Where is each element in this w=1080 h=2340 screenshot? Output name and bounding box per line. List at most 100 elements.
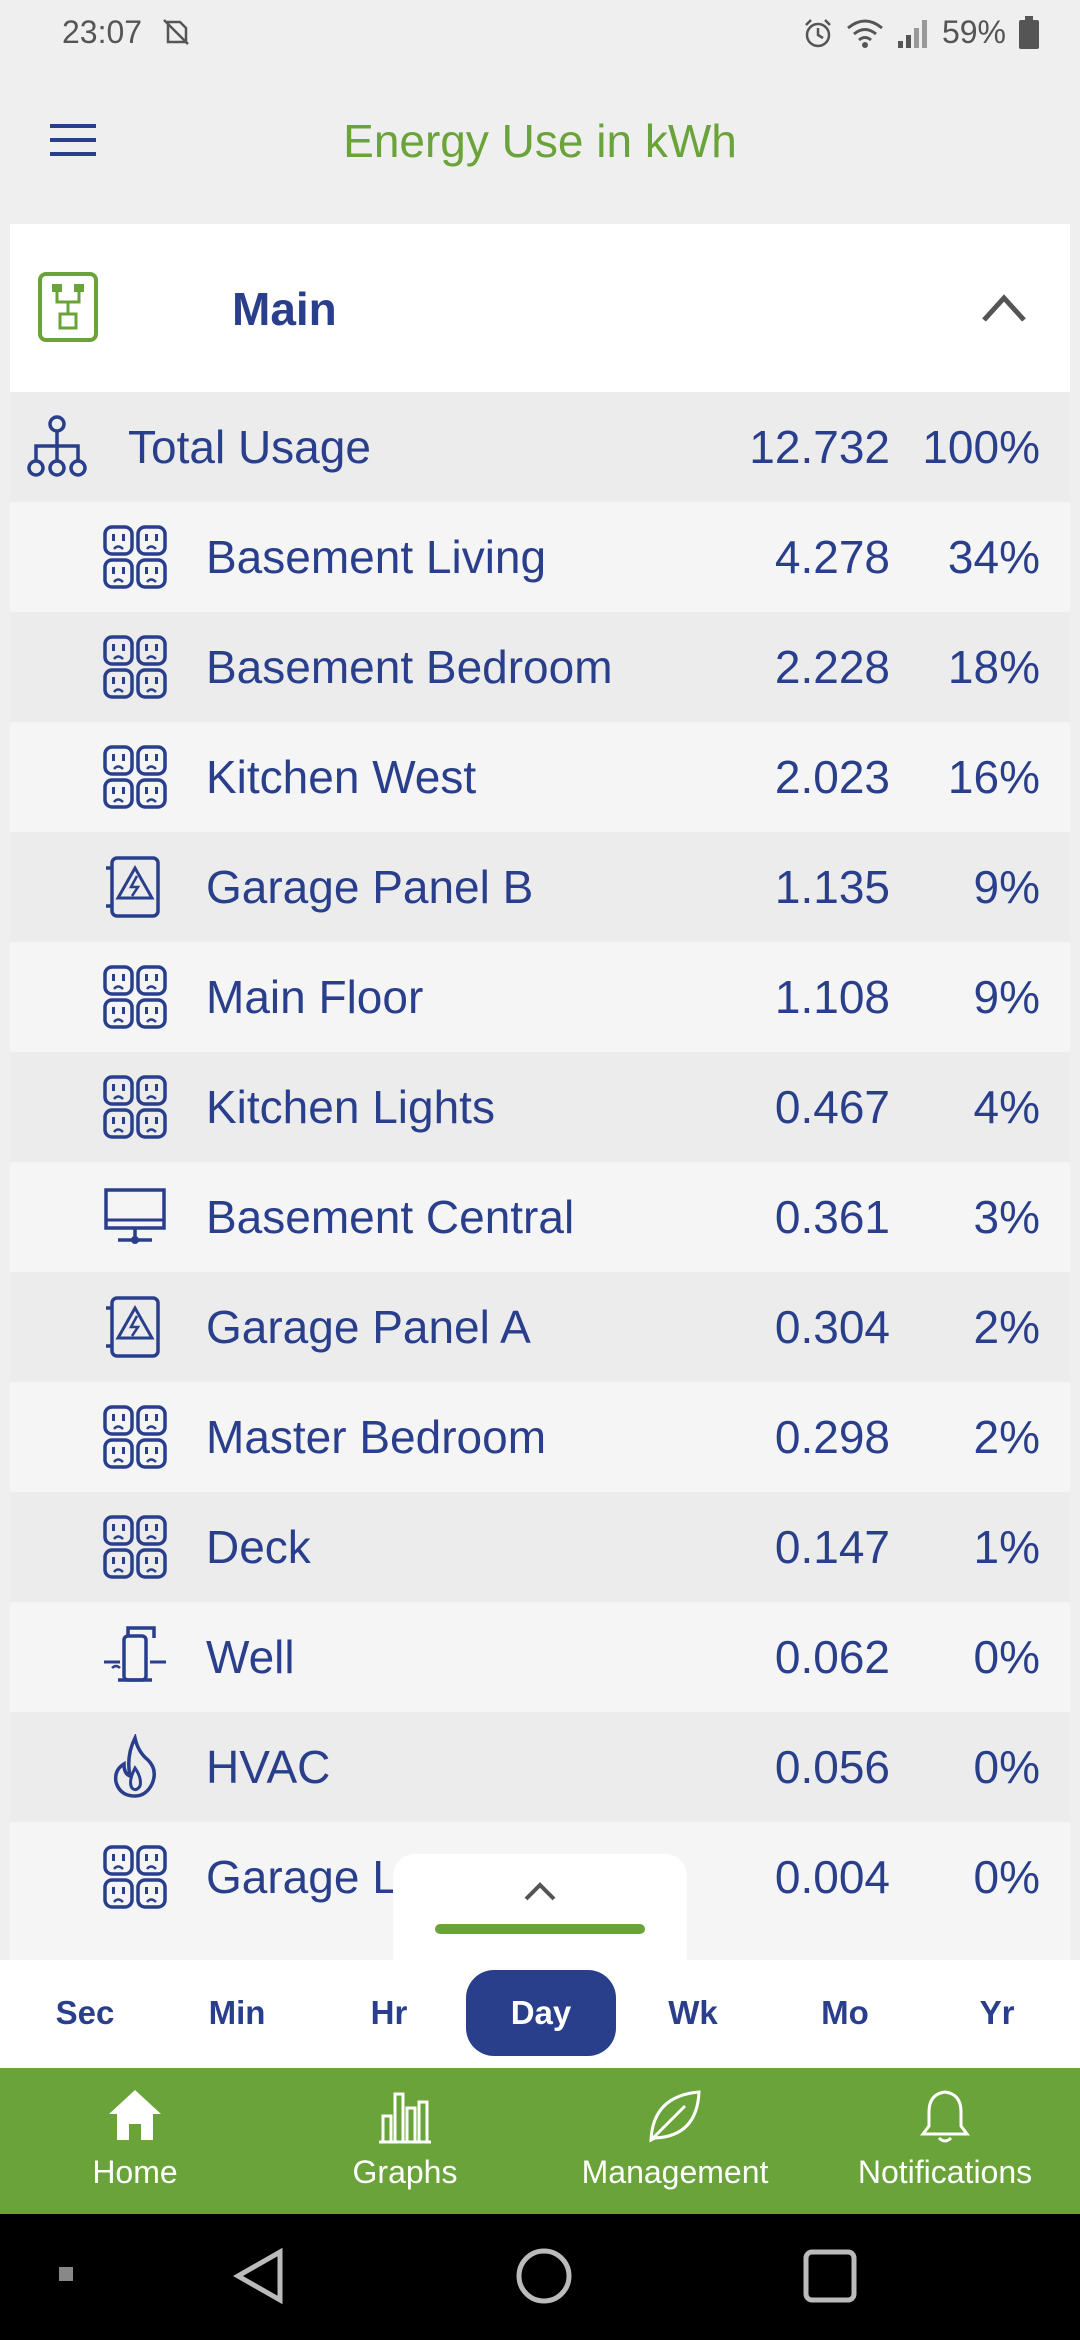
circuit-percent: 2% — [973, 1301, 1040, 1353]
circuit-percent: 3% — [973, 1191, 1040, 1243]
flame-icon — [102, 1732, 168, 1800]
overview-square-icon[interactable] — [802, 2248, 858, 2304]
circuit-row[interactable]: Well 0.062 0% — [10, 1602, 1070, 1712]
outlet-icon — [102, 1844, 168, 1910]
back-icon[interactable] — [232, 2246, 286, 2306]
chevron-up-icon[interactable] — [980, 292, 1028, 324]
range-yr-button[interactable]: Yr — [922, 1970, 1072, 2056]
wifi-icon — [847, 19, 883, 48]
circuit-kwh: 0.004 — [774, 1851, 890, 1903]
circuit-percent: 34% — [947, 531, 1040, 583]
drawer-handle-bar — [435, 1924, 645, 1934]
circuit-kwh: 1.135 — [774, 861, 890, 913]
range-hr-button[interactable]: Hr — [314, 1970, 464, 2056]
nav-home-label: Home — [92, 2154, 178, 2190]
circuit-name: Kitchen Lights — [206, 1081, 495, 1133]
recent-dot-icon[interactable] — [56, 2264, 76, 2284]
circuit-name: Garage L — [206, 1851, 398, 1903]
outlet-icon — [102, 744, 168, 810]
circuit-percent: 9% — [973, 971, 1040, 1023]
nav-notifications[interactable]: Notifications — [810, 2068, 1080, 2214]
time-range-selector: Sec Min Hr Day Wk Mo Yr — [0, 1960, 1080, 2068]
chevron-up-icon — [524, 1882, 556, 1901]
circuit-kwh: 0.062 — [774, 1631, 890, 1683]
circuit-kwh: 0.304 — [774, 1301, 890, 1353]
alarm-icon — [805, 18, 831, 47]
circuit-row[interactable]: Main Floor 1.108 9% — [10, 942, 1070, 1052]
circuit-kwh: 2.023 — [774, 751, 890, 803]
circuit-kwh: 0.361 — [774, 1191, 890, 1243]
circuit-name: HVAC — [206, 1741, 331, 1793]
circuit-percent: 100% — [922, 421, 1040, 473]
circuit-row[interactable]: HVAC 0.056 0% — [10, 1712, 1070, 1822]
circuit-percent: 16% — [947, 751, 1040, 803]
circuit-name: Garage Panel A — [206, 1301, 531, 1353]
nav-management[interactable]: Management — [540, 2068, 810, 2214]
bar-chart-icon — [379, 2092, 431, 2144]
range-min-button[interactable]: Min — [162, 1970, 312, 2056]
circuit-row[interactable]: Deck 0.147 1% — [10, 1492, 1070, 1602]
leaf-icon — [649, 2090, 701, 2143]
circuit-name: Master Bedroom — [206, 1411, 547, 1463]
circuit-percent: 1% — [973, 1521, 1040, 1573]
nav-graphs[interactable]: Graphs — [270, 2068, 540, 2214]
outlet-icon — [102, 964, 168, 1030]
battery-icon — [1019, 15, 1039, 49]
circuit-percent: 4% — [973, 1081, 1040, 1133]
range-sec-button[interactable]: Sec — [10, 1970, 160, 2056]
circuit-kwh: 0.056 — [774, 1741, 890, 1793]
range-mo-button[interactable]: Mo — [770, 1970, 920, 2056]
circuit-row[interactable]: Kitchen West 2.023 16% — [10, 722, 1070, 832]
circuit-name: Basement Central — [206, 1191, 575, 1243]
circuit-name: Total Usage — [128, 421, 371, 473]
circuit-row[interactable]: Basement Bedroom 2.228 18% — [10, 612, 1070, 722]
range-wk-button[interactable]: Wk — [618, 1970, 768, 2056]
outlet-icon — [102, 524, 168, 590]
app-bar: Energy Use in kWh — [0, 70, 1080, 212]
tree-icon — [24, 414, 90, 480]
home-circle-icon[interactable] — [514, 2246, 574, 2306]
circuit-percent: 2% — [973, 1411, 1040, 1463]
circuit-kwh: 12.732 — [749, 421, 890, 473]
signal-icon — [897, 19, 927, 48]
page-title: Energy Use in kWh — [343, 115, 737, 167]
subpanel-icon — [102, 854, 168, 920]
circuit-row[interactable]: Basement Living 4.278 34% — [10, 502, 1070, 612]
circuit-kwh: 1.108 — [774, 971, 890, 1023]
status-time: 23:07 — [62, 14, 143, 50]
circuit-percent: 18% — [947, 641, 1040, 693]
circuit-percent: 9% — [973, 861, 1040, 913]
circuit-kwh: 0.147 — [774, 1521, 890, 1573]
circuit-name: Garage Panel B — [206, 861, 534, 913]
do-not-disturb-icon — [163, 19, 189, 45]
circuit-name: Deck — [206, 1521, 311, 1573]
circuit-kwh: 2.228 — [774, 641, 890, 693]
circuit-name: Kitchen West — [206, 751, 477, 803]
circuit-kwh: 4.278 — [774, 531, 890, 583]
electrical-panel-icon — [38, 272, 98, 342]
status-icons: 59% — [802, 14, 1040, 51]
circuit-row[interactable]: Garage Panel A 0.304 2% — [10, 1272, 1070, 1382]
circuit-row[interactable]: Kitchen Lights 0.467 4% — [10, 1052, 1070, 1162]
circuit-row[interactable]: Garage Panel B 1.135 9% — [10, 832, 1070, 942]
well-pump-icon — [102, 1624, 168, 1690]
nav-home[interactable]: Home — [0, 2068, 270, 2214]
nav-notifications-label: Notifications — [857, 2154, 1033, 2190]
outlet-icon — [102, 1074, 168, 1140]
total-usage-row[interactable]: Total Usage 12.732 100% — [10, 392, 1070, 502]
circuit-percent: 0% — [973, 1741, 1040, 1793]
card-header[interactable]: Main — [10, 224, 1070, 392]
circuit-name: Basement Living — [206, 531, 547, 583]
battery-percent: 59% — [941, 14, 1006, 50]
circuit-kwh: 0.298 — [774, 1411, 890, 1463]
circuit-kwh: 0.467 — [774, 1081, 890, 1133]
circuit-percent: 0% — [973, 1851, 1040, 1903]
circuit-row[interactable]: Basement Central 0.361 3% — [10, 1162, 1070, 1272]
range-day-button[interactable]: Day — [466, 1970, 616, 2056]
outlet-icon — [102, 1514, 168, 1580]
nav-graphs-label: Graphs — [352, 2154, 458, 2190]
circuit-name: Well — [206, 1631, 295, 1683]
drawer-handle[interactable] — [393, 1854, 687, 1964]
circuit-row[interactable]: Master Bedroom 0.298 2% — [10, 1382, 1070, 1492]
card-title: Main — [232, 283, 337, 335]
